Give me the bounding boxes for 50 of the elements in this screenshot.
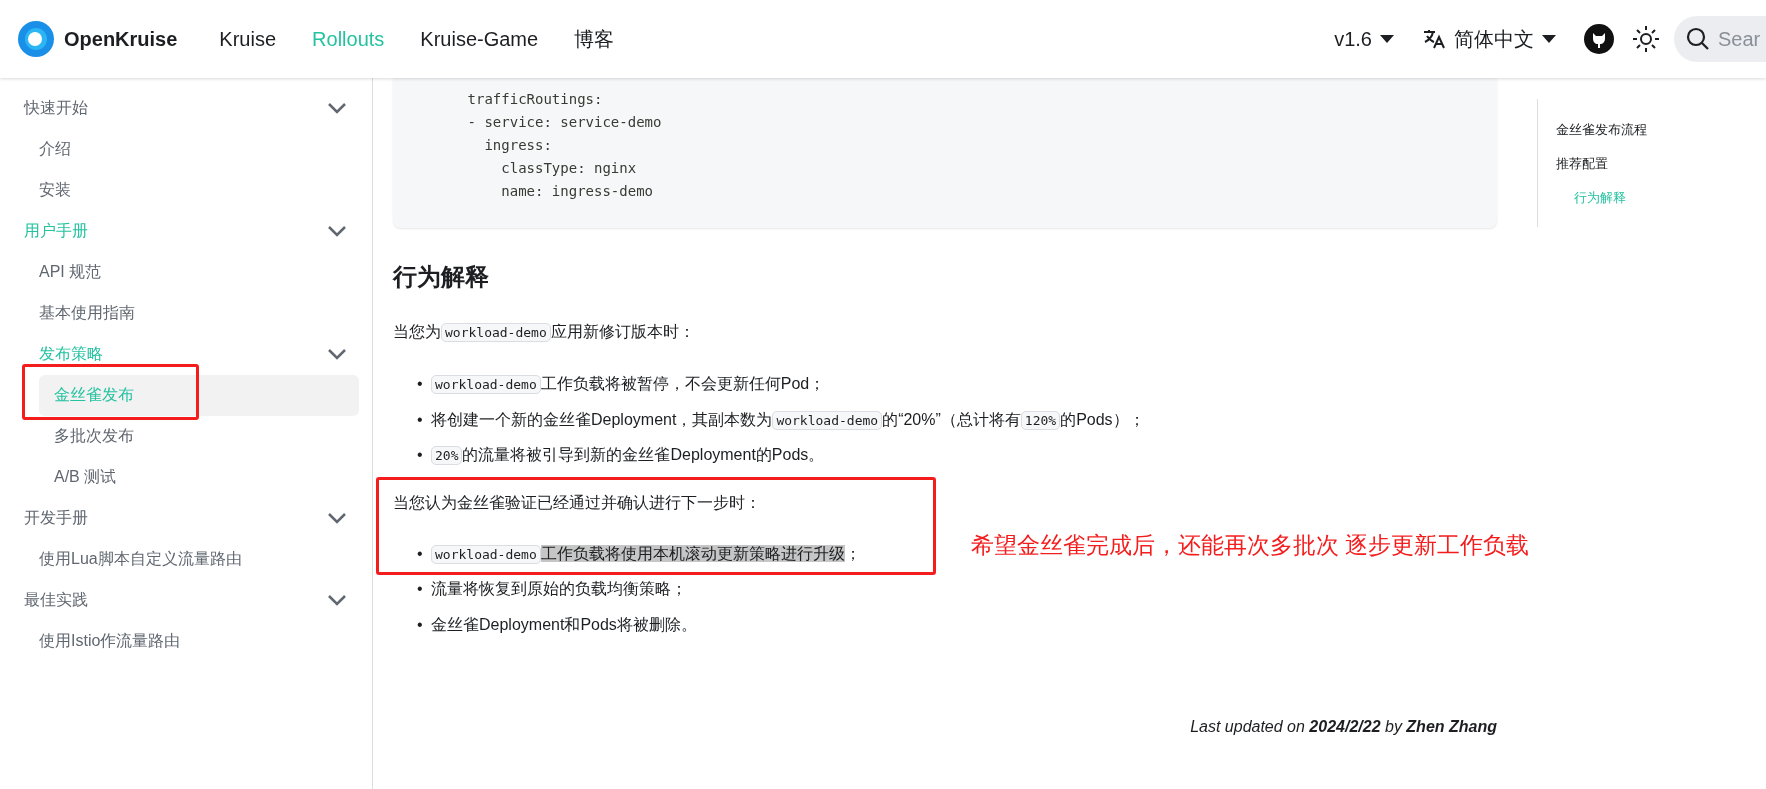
sidebar-item[interactable]: 安装 — [24, 170, 359, 211]
bullet: • — [417, 445, 424, 465]
chevron-icon — [328, 349, 346, 360]
list-item: 将创建一个新的金丝雀Deployment，其副本数为 workload-demo 的“20%”（总计将有 120% 的Pods）； — [431, 409, 1145, 432]
sidebar-category[interactable]: 开发手册 — [0, 498, 372, 539]
sidebar-item[interactable]: 使用Lua脚本自定义流量路由 — [24, 539, 359, 580]
sidebar-item[interactable]: A/B 测试 — [39, 457, 359, 498]
list-item: 金丝雀Deployment和Pods将被删除。 — [431, 614, 697, 635]
last-updated: Last updated on 2024/2/22 by Zhen Zhang — [1189, 718, 1497, 736]
theme-toggle-icon[interactable] — [1632, 25, 1660, 53]
sidebar-item[interactable]: 多批次发布 — [39, 416, 359, 457]
paragraph: 当您为 workload-demo 应用新修订版本时： — [393, 322, 696, 344]
bullet: • — [417, 579, 424, 599]
brand-name[interactable]: OpenKruise — [64, 27, 178, 51]
nav-link[interactable]: Kruise — [201, 27, 295, 51]
annotation-note: 希望金丝雀完成后，还能再次多批次 逐步更新工作负载 — [971, 531, 1530, 560]
bullet: • — [417, 374, 424, 394]
section-heading: 行为解释 — [393, 262, 490, 292]
sidebar-category[interactable]: 快速开始 — [0, 88, 372, 129]
list-item: workload-demo 工作负载将被暂停，不会更新任何Pod； — [431, 366, 826, 402]
list-item: 流量将恢复到原始的负载均衡策略； — [431, 579, 687, 599]
bullet: • — [417, 409, 424, 430]
github-icon[interactable] — [1584, 24, 1614, 54]
sidebar-item[interactable]: 介绍 — [24, 129, 359, 170]
search-icon — [1686, 27, 1710, 51]
bullet: • — [417, 543, 424, 564]
sidebar-item[interactable]: API 规范 — [24, 252, 359, 293]
nav-link[interactable]: Kruise-Game — [402, 27, 557, 51]
chevron-icon — [328, 595, 346, 606]
language-dropdown[interactable]: 简体中文 — [1422, 25, 1556, 53]
chevron-icon — [328, 226, 346, 237]
search-field[interactable]: Sear — [1674, 16, 1766, 62]
sidebar-category[interactable]: 最佳实践 — [0, 580, 372, 621]
bullet: • — [417, 614, 424, 635]
sidebar-item[interactable]: 使用Istio作流量路由 — [24, 621, 359, 662]
toc-link[interactable]: 推荐配置 — [1556, 155, 1717, 173]
list-item: workload-demo 工作负载将使用本机滚动更新策略进行升级； — [431, 535, 861, 571]
caret-icon — [1542, 35, 1556, 43]
caret-icon — [1380, 35, 1394, 43]
chevron-icon — [328, 513, 346, 524]
code-block: trafficRoutings: - service: service-demo ingress: classType: nginx name: ingress-demo — [393, 78, 1497, 228]
logo-icon — [18, 21, 54, 57]
toc-link[interactable]: 金丝雀发布流程 — [1556, 121, 1717, 139]
translate-icon — [1422, 27, 1446, 51]
sidebar-item[interactable]: 基本使用指南 — [24, 293, 359, 334]
list-item: 20% 的流量将被引导到新的金丝雀Deployment的Pods。 — [431, 437, 825, 473]
paragraph: 当您认为金丝雀验证已经通过并确认进行下一步时： — [393, 492, 762, 513]
version-dropdown[interactable]: v1.6 — [1334, 27, 1394, 51]
chevron-icon — [328, 103, 346, 114]
nav-link[interactable]: 博客 — [556, 25, 633, 53]
